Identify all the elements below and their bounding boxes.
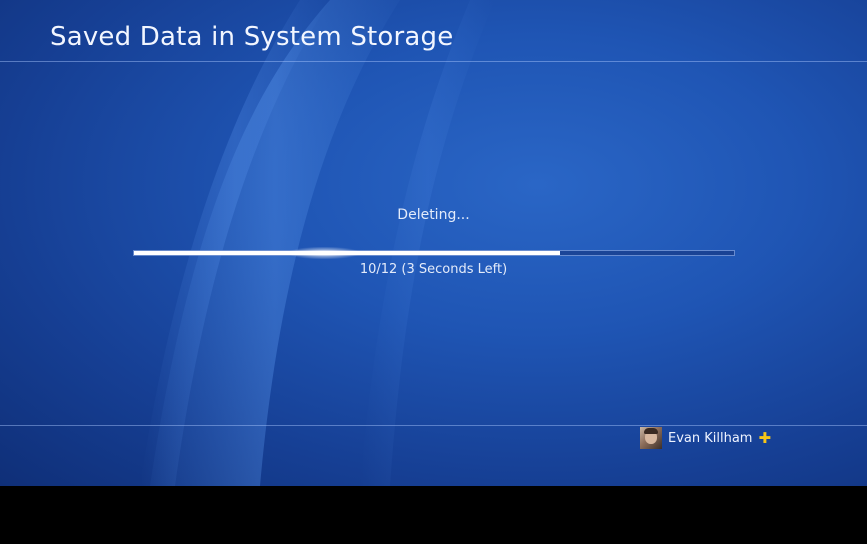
avatar xyxy=(640,427,662,449)
background-wave xyxy=(140,0,495,486)
footer-divider xyxy=(0,425,867,426)
playstation-plus-icon: ✚ xyxy=(758,428,772,447)
progress-count: 10/12 (3 Seconds Left) xyxy=(359,262,508,277)
letterbox-bar xyxy=(0,486,867,544)
header-divider xyxy=(0,61,867,62)
progress-bar xyxy=(133,247,735,259)
page-title: Saved Data in System Storage xyxy=(50,22,454,52)
user-name: Evan Killham xyxy=(668,430,753,446)
operation-status: Deleting... xyxy=(397,207,470,223)
user-profile: Evan Killham ✚ xyxy=(640,427,771,449)
progress-bar-shine xyxy=(289,247,359,259)
saved-data-screen: Saved Data in System Storage Deleting...… xyxy=(0,0,867,486)
